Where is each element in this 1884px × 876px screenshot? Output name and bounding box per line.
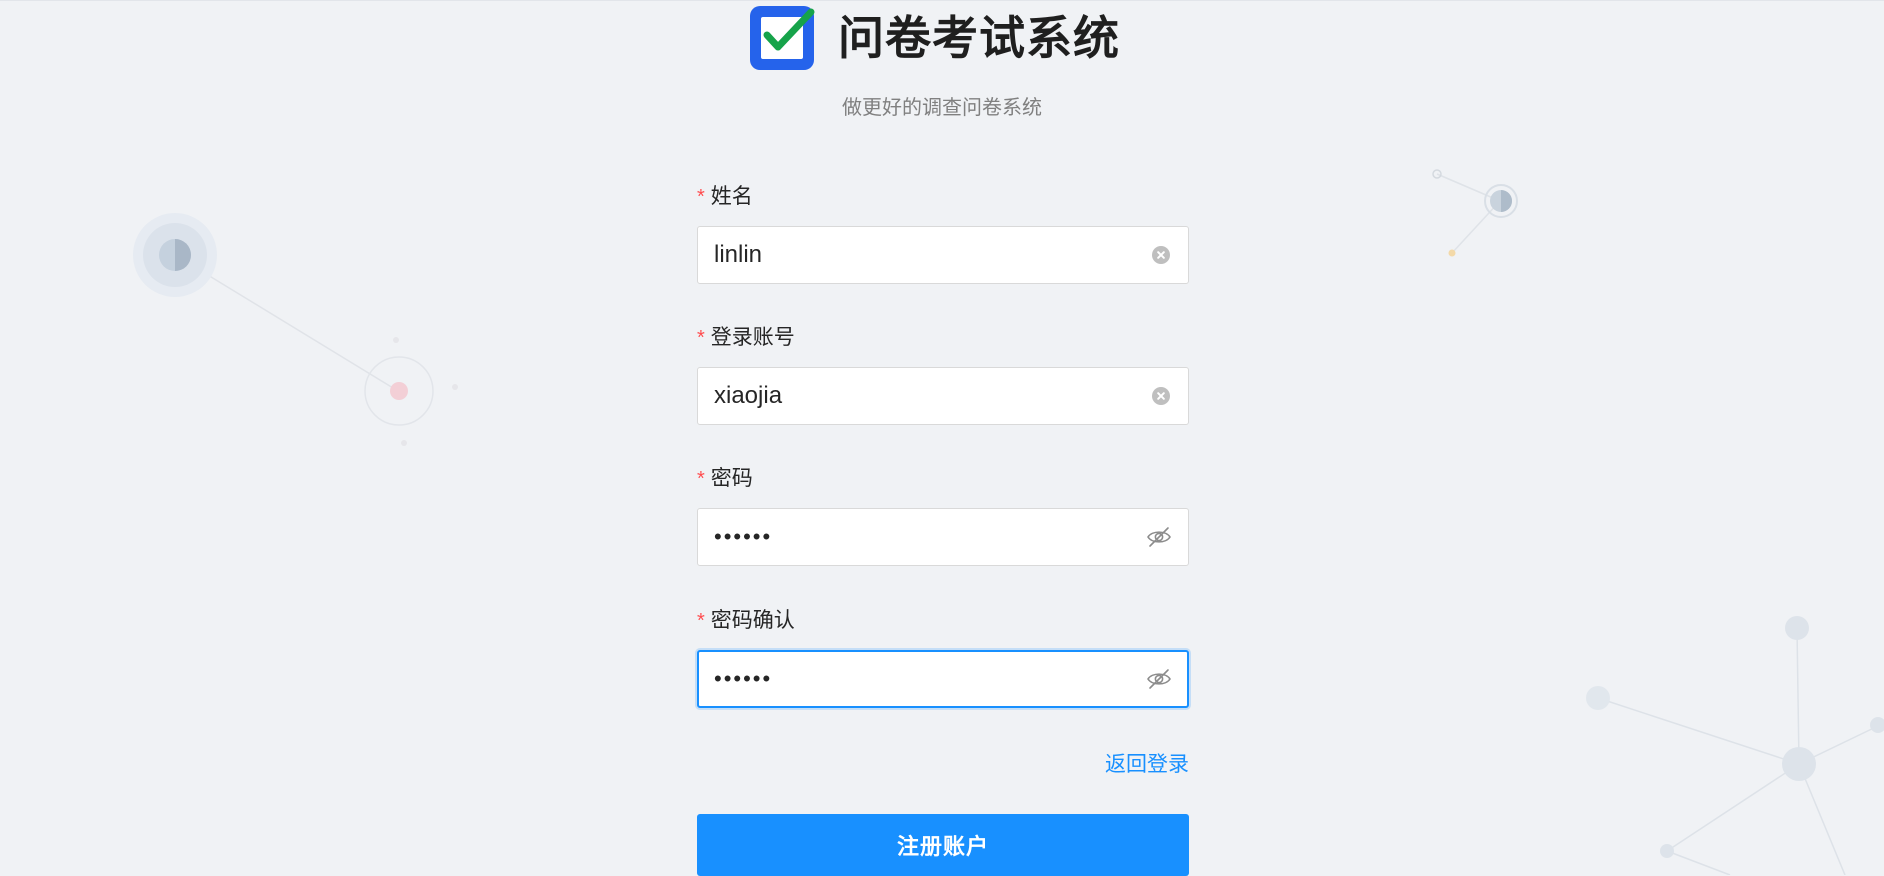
name-label-text: 姓名 [710,184,753,208]
password-confirm-input-wrapper [697,650,1189,708]
required-mark: * [697,610,705,632]
required-mark: * [697,468,705,490]
password-confirm-input[interactable] [714,651,1124,707]
form-item-password-confirm: * 密码确认 [697,605,1189,708]
name-label: * 姓名 [697,181,1189,211]
account-label: * 登录账号 [697,322,1189,352]
checkbox-logo-icon [750,6,815,70]
app-title: 问卷考试系统 [838,11,1120,65]
name-input-wrapper [697,226,1189,284]
account-input[interactable] [714,368,1124,424]
logo-row: 问卷考试系统 [748,3,1120,73]
password-input[interactable] [714,509,1124,565]
background-decoration [133,169,1884,875]
password-label-text: 密码 [710,466,753,490]
account-input-wrapper [697,367,1189,425]
password-label: * 密码 [697,463,1189,493]
eye-invisible-icon[interactable] [1146,668,1172,690]
required-mark: * [697,327,705,349]
account-label-text: 登录账号 [710,325,795,349]
password-confirm-label: * 密码确认 [697,605,1189,635]
register-button[interactable]: 注册账户 [697,814,1189,876]
form-item-name: * 姓名 [697,181,1189,284]
name-input[interactable] [714,227,1124,283]
eye-invisible-icon[interactable] [1146,526,1172,548]
clear-icon[interactable] [1152,246,1170,264]
back-to-login-link[interactable]: 返回登录 [697,749,1189,779]
clear-icon[interactable] [1152,387,1170,405]
app-subtitle: 做更好的调查问卷系统 [842,95,1042,119]
form-item-password: * 密码 [697,463,1189,566]
password-confirm-label-text: 密码确认 [710,608,795,632]
required-mark: * [697,186,705,208]
form-item-account: * 登录账号 [697,322,1189,425]
password-input-wrapper [697,508,1189,566]
